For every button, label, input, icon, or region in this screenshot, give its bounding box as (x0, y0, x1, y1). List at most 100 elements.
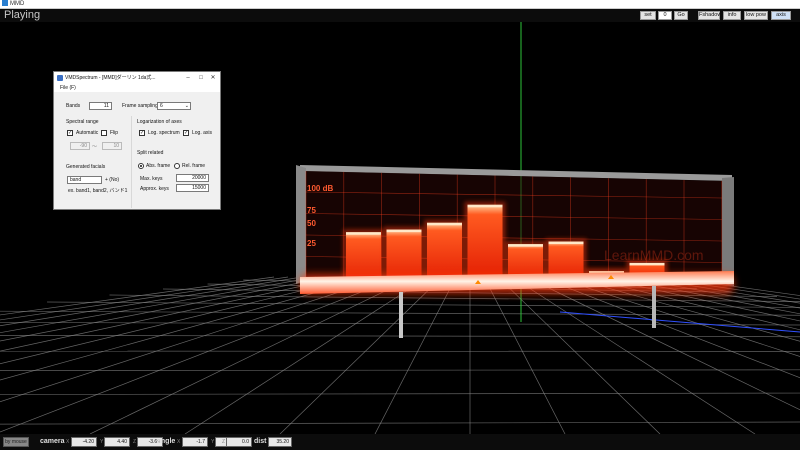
spectrum-bar-cap (427, 222, 462, 226)
angle-y-axis-label: Y (211, 439, 215, 445)
grid-line-depth (374, 276, 457, 434)
angle-x-input[interactable]: -1.7 (182, 437, 208, 447)
frame-sampling-label: Frame sampling (122, 103, 158, 109)
angle-x-axis-label: X (177, 439, 181, 445)
angle-label: angle (157, 438, 176, 445)
axis-button[interactable]: axis (771, 11, 791, 20)
fshadow-button[interactable]: Fshadow (698, 11, 721, 20)
window-title: MMD (10, 1, 25, 7)
maximize-icon[interactable]: □ (195, 72, 207, 84)
frame-sampling-value: 6 (160, 103, 163, 109)
grid-line-depth (0, 276, 303, 327)
log-spectrum-checkbox[interactable]: ✓ (139, 130, 145, 136)
angle-z-input[interactable]: 0.0 (226, 437, 252, 447)
camera-x-axis-label: X (66, 439, 70, 445)
log-spectrum-label: Log. spectrum (148, 130, 180, 136)
by-mouse-button[interactable]: by mouse (3, 437, 29, 447)
playback-status: Playing (4, 9, 41, 21)
log-axes-label: Logarization of axes (137, 119, 182, 125)
panel-label-50: 50 (307, 219, 316, 228)
dialog-app-icon (57, 75, 63, 81)
approx-keys-label: Approx. keys (140, 186, 169, 192)
chevron-down-icon: ⌄ (184, 103, 189, 109)
spectrum-bar (467, 204, 503, 286)
grid-line-cross (0, 369, 800, 371)
rel-frame-label: Rel. frame (182, 163, 206, 169)
menu-file[interactable]: File (F) (60, 85, 76, 91)
log-axis-label: Log. axis (192, 130, 213, 136)
top-status-bar: Playing set 0 Go Fshadow info low pow ax… (0, 9, 800, 22)
approx-keys-input[interactable]: 15000 (176, 184, 209, 192)
grid-line-cross (0, 421, 800, 425)
dialog-separator (131, 116, 132, 208)
facial-suffix-label: + (No) (105, 177, 120, 183)
flip-checkbox[interactable] (101, 130, 107, 136)
facial-name-input[interactable]: band (67, 176, 102, 184)
grid-line-depth (0, 276, 401, 433)
spectrum-bar-cap (629, 262, 665, 266)
bands-label: Bands (66, 103, 81, 109)
camera-z-axis-label: Z (133, 439, 137, 445)
panel-left-frame (296, 165, 306, 284)
frame-number-input[interactable]: 0 (658, 11, 672, 20)
go-button[interactable]: Go (674, 11, 688, 20)
panel-label-75: 75 (307, 206, 316, 215)
mmd-app-icon (2, 0, 8, 7)
range-min-input[interactable]: -90 (70, 142, 90, 150)
grid-line-depth (0, 276, 387, 403)
spectrum-bar-cap (508, 244, 543, 247)
grid-line-depth (184, 276, 429, 434)
camera-label: camera (40, 438, 65, 445)
automatic-checkbox[interactable]: ✓ (67, 130, 73, 136)
dialog-title: VMDSpectrum - [MMD]ダーリン 1da式... (65, 75, 156, 81)
panel-label-100db: 100 dB (307, 184, 333, 193)
panel-leg-right (652, 286, 656, 328)
low-power-button[interactable]: low pow (744, 11, 768, 20)
camera-y-input[interactable]: 4.40 (104, 437, 130, 447)
grid-line-depth (0, 276, 345, 352)
log-axis-checkbox[interactable]: ✓ (183, 130, 189, 136)
abs-frame-radio[interactable] (138, 163, 144, 169)
close-icon[interactable]: ✕ (207, 72, 219, 84)
generated-facials-label: Generated facials (66, 164, 106, 170)
dist-input[interactable]: 35.20 (268, 437, 292, 447)
spectrum-display-model: 100 dB 75 50 25 LearnMMD.com (296, 165, 734, 338)
facial-example-label: ex. band1, band2, バンド1 (68, 188, 128, 194)
grid-line-cross (47, 301, 800, 308)
spectrum-bar-cap (548, 241, 584, 245)
max-keys-input[interactable]: 20000 (176, 174, 209, 182)
frame-sampling-select[interactable]: 6 ⌄ (157, 102, 191, 110)
vmdspectrum-dialog[interactable]: VMDSpectrum - [MMD]ダーリン 1da式... – □ ✕ Fi… (53, 71, 221, 210)
bottom-camera-bar: by mouse camera X -4.20 Y 4.40 Z -3.69 a… (0, 434, 800, 450)
camera-y-axis-label: Y (100, 439, 104, 445)
grid-line-cross (0, 350, 800, 352)
grid-line-depth (483, 276, 566, 434)
grid-line-cross (0, 392, 800, 395)
grid-line-depth (279, 276, 443, 434)
spectrum-bar-cap (346, 232, 381, 235)
mmd-app-window: MMD Playing set 0 Go Fshadow info low po… (0, 0, 800, 450)
flip-label: Flip (110, 130, 119, 136)
spectral-range-label: Spectral range (66, 119, 99, 125)
dialog-menu-bar: File (F) (54, 84, 220, 92)
range-separator: ～ (92, 144, 98, 150)
grid-line-depth (497, 276, 661, 434)
panel-leg-left (399, 292, 403, 338)
spectrum-bar-cap (386, 229, 422, 233)
rel-frame-radio[interactable] (174, 163, 180, 169)
camera-x-input[interactable]: -4.20 (71, 437, 97, 447)
grid-line-depth (89, 276, 415, 434)
split-related-label: Split related (137, 150, 164, 156)
angle-z-axis-label: Z (222, 439, 226, 445)
set-frame-button[interactable]: set (640, 11, 656, 20)
info-button[interactable]: info (723, 11, 741, 20)
window-titlebar: MMD (0, 0, 800, 9)
panel-label-25: 25 (307, 239, 316, 248)
range-max-input[interactable]: 10 (102, 142, 122, 150)
bands-input[interactable]: 11 (89, 102, 112, 110)
panel-right-frame (722, 177, 734, 286)
minimize-icon[interactable]: – (182, 72, 194, 84)
grid-line-depth (0, 276, 275, 316)
automatic-label: Automatic (76, 130, 99, 136)
abs-frame-label: Abs. frame (146, 163, 171, 169)
